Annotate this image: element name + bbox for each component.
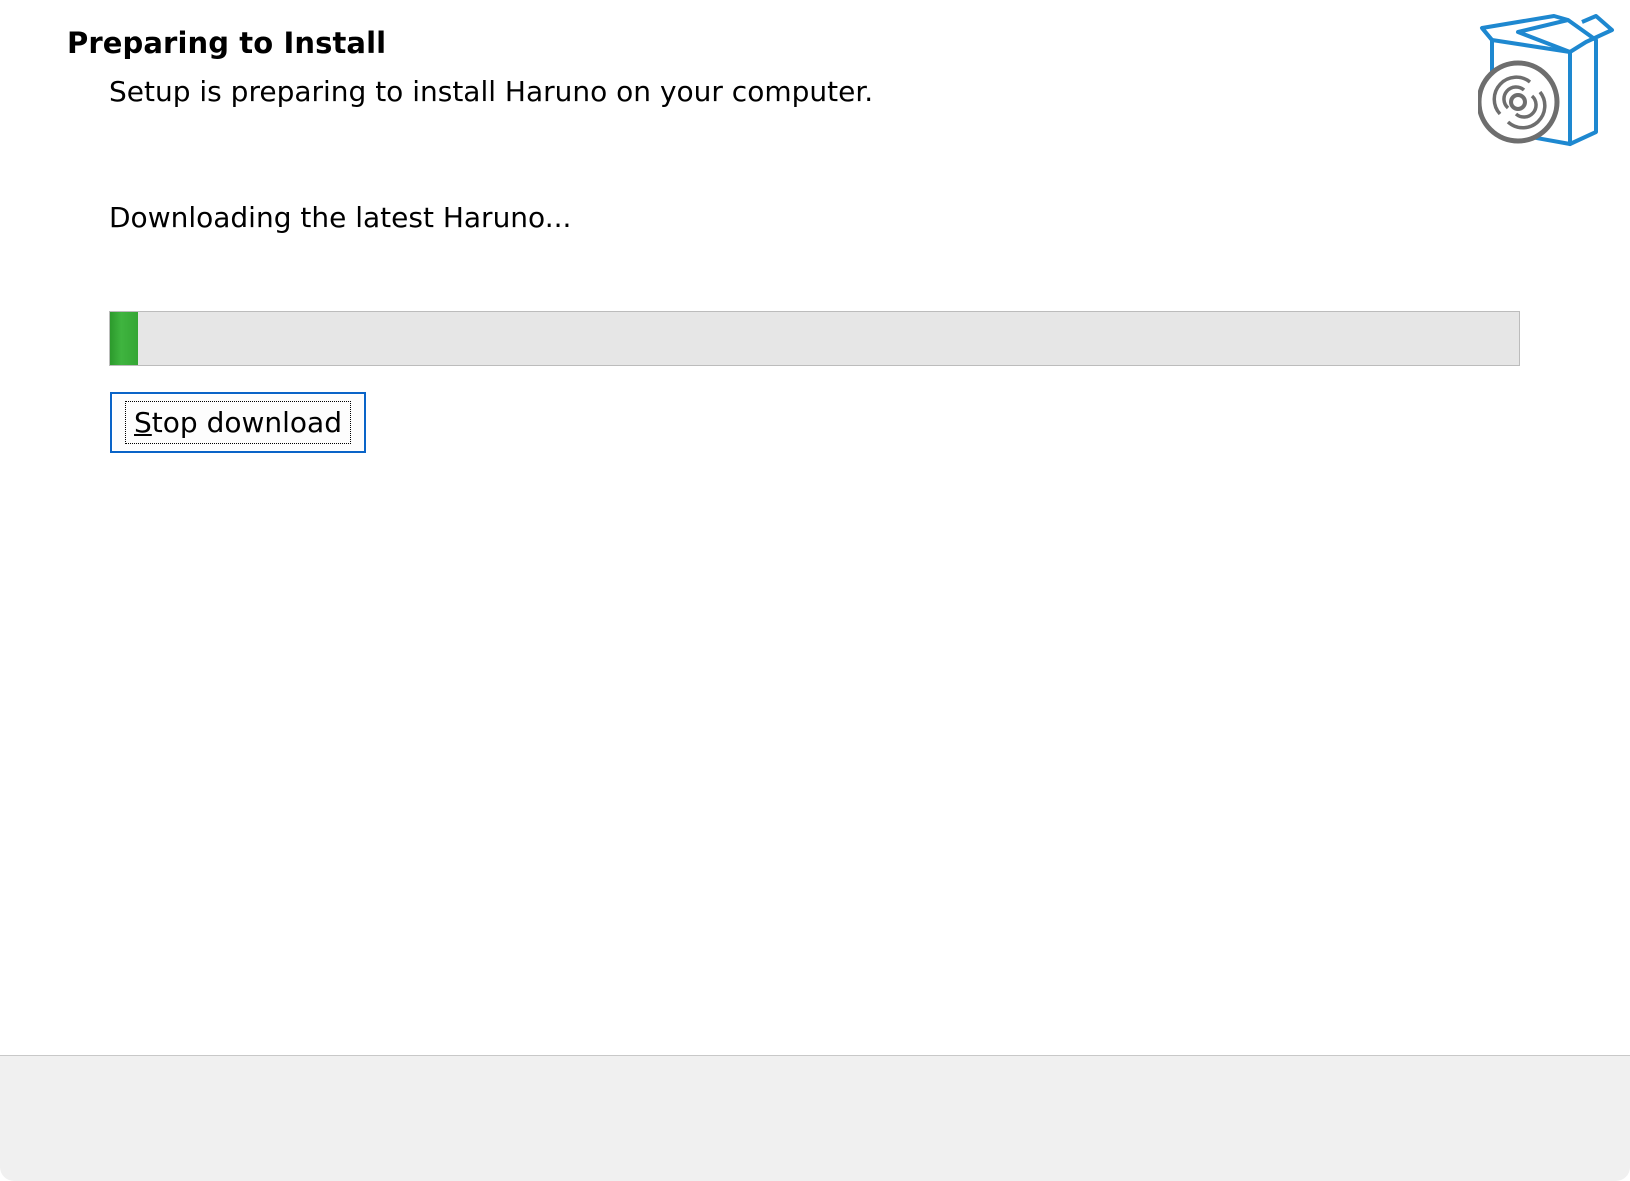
wizard-header: Preparing to Install Setup is preparing … [0, 0, 1630, 150]
accelerator-key: S [134, 406, 152, 439]
installer-window: Preparing to Install Setup is preparing … [0, 0, 1630, 1181]
stop-download-label: Stop download [125, 401, 351, 444]
wizard-content: Downloading the latest Haruno... Stop do… [0, 150, 1630, 1053]
stop-download-button[interactable]: Stop download [110, 392, 366, 453]
wizard-footer [0, 1055, 1630, 1181]
button-label-rest: top download [151, 406, 342, 439]
installer-box-disc-icon [1478, 14, 1614, 146]
download-progress-bar [109, 311, 1520, 366]
page-title: Preparing to Install [67, 26, 387, 60]
download-progress-fill [110, 312, 139, 365]
page-subtitle: Setup is preparing to install Haruno on … [109, 75, 874, 108]
download-status-text: Downloading the latest Haruno... [109, 201, 572, 234]
